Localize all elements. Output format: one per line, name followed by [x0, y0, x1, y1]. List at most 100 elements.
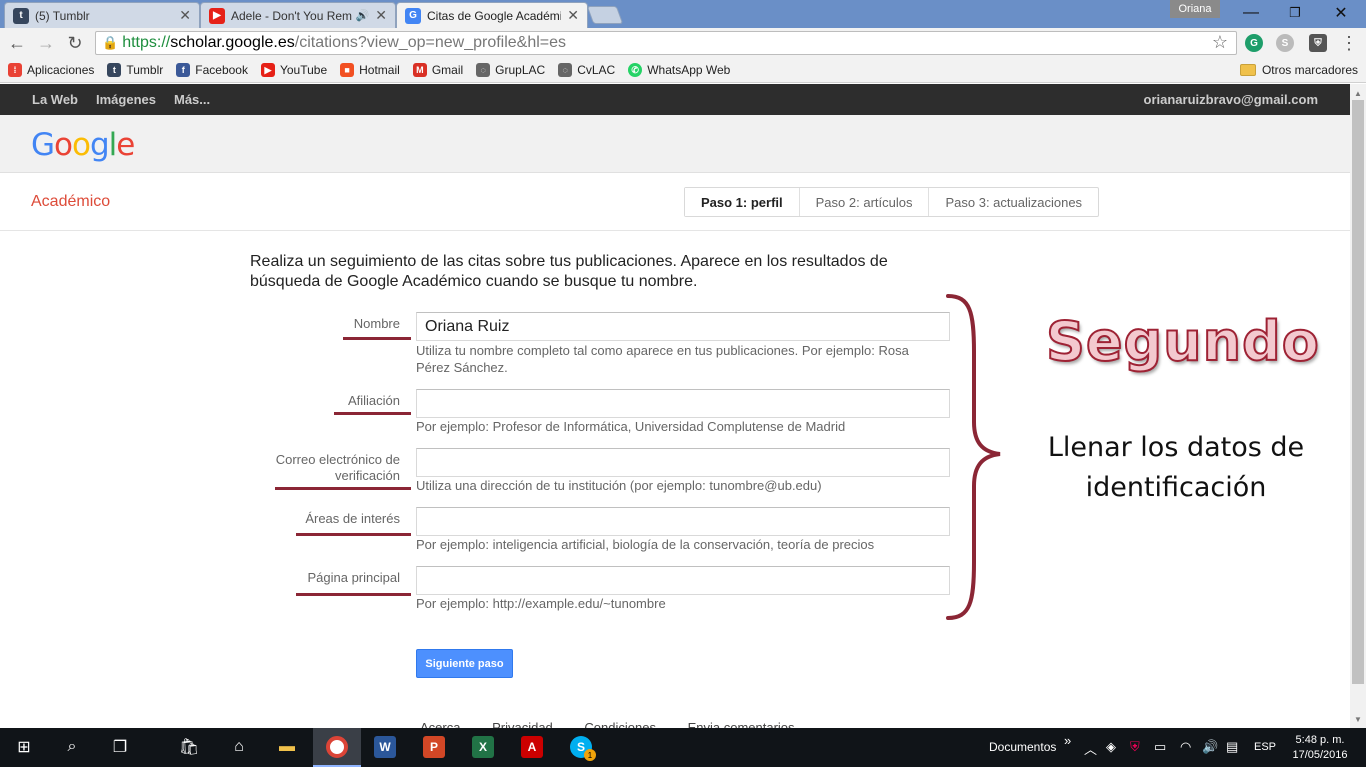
name-hint: Utiliza tu nombre completo tal como apar… — [416, 343, 909, 375]
bookmark-label: Facebook — [195, 63, 248, 77]
bookmark-label: Tumblr — [126, 63, 164, 77]
profile-badge[interactable]: Oriana — [1170, 0, 1220, 18]
bookmark-gmail[interactable]: M Gmail — [412, 63, 464, 77]
facebook-icon: f — [176, 63, 191, 77]
curly-brace-annotation — [946, 294, 1001, 620]
url-path: /citations?view_op=new_profile&hl=es — [294, 34, 567, 51]
affiliation-input[interactable] — [416, 389, 950, 418]
section-title[interactable]: Académico — [31, 193, 110, 211]
google-bar: La Web Imágenes Más... orianaruizbravo@g… — [0, 84, 1350, 115]
interests-label: Áreas de interés — [305, 511, 400, 526]
close-icon[interactable]: ✕ — [375, 7, 387, 24]
homepage-label: Página principal — [307, 570, 400, 585]
homepage-hint: Por ejemplo: http://example.edu/~tunombr… — [416, 596, 666, 611]
address-bar[interactable]: 🔒 https:// scholar.google.es /citations?… — [95, 31, 1237, 55]
annotation-text-line: Llenar los datos de — [1047, 432, 1305, 463]
email-label-line: Correo electrónico de — [275, 452, 400, 467]
bookmark-whatsapp[interactable]: ✆ WhatsApp Web — [628, 63, 730, 77]
restore-icon[interactable]: ❐ — [1272, 0, 1318, 26]
gbar-images-link[interactable]: Imágenes — [96, 92, 156, 107]
close-icon[interactable]: ✕ — [567, 7, 579, 24]
gruplac-icon: ◌ — [476, 63, 491, 77]
url-host: scholar.google.es — [170, 34, 295, 51]
tumblr-icon: t — [13, 7, 29, 24]
back-arrow-icon[interactable]: ← — [6, 32, 28, 54]
notifications-icon[interactable]: ▤ — [1226, 739, 1238, 755]
next-step-button[interactable]: Siguiente paso — [416, 649, 513, 678]
bookmark-cvlac[interactable]: ◌ CvLAC — [558, 63, 615, 77]
annotation-underline — [296, 593, 411, 596]
shield-extension-icon[interactable]: ⛨ — [1309, 34, 1327, 52]
battery-icon[interactable]: ▭ — [1154, 739, 1166, 755]
volume-icon[interactable]: 🔊 — [1202, 739, 1218, 755]
bookmark-aplicaciones[interactable]: ⁞ Aplicaciones — [8, 63, 94, 77]
interests-hint: Por ejemplo: inteligencia artificial, bi… — [416, 537, 875, 552]
scroll-down-icon[interactable]: ▼ — [1350, 712, 1366, 726]
homepage-input[interactable] — [416, 566, 950, 595]
acrobat-icon[interactable]: A — [521, 736, 543, 758]
bookmark-gruplac[interactable]: ◌ GrupLAC — [476, 63, 545, 77]
minimize-icon[interactable]: — — [1228, 0, 1274, 26]
other-bookmarks[interactable]: Otros marcadores — [1239, 63, 1358, 77]
email-input[interactable] — [416, 448, 950, 477]
windows-start-icon[interactable]: ⊞ — [10, 733, 38, 761]
scroll-up-icon[interactable]: ▲ — [1350, 86, 1366, 100]
bookmark-hotmail[interactable]: ■ Hotmail — [340, 63, 400, 77]
bookmark-youtube[interactable]: ▶ YouTube — [260, 63, 327, 77]
store-icon[interactable]: 🛍 — [175, 733, 203, 761]
security-tray-icon[interactable]: ⛨ — [1130, 739, 1140, 755]
new-tab-button[interactable] — [586, 6, 624, 24]
speaker-icon[interactable]: 🔊 — [356, 9, 370, 22]
task-view-icon[interactable]: ❐ — [106, 733, 134, 761]
bookmark-label: Gmail — [431, 63, 464, 77]
documents-toolbar[interactable]: Documentos — [989, 740, 1056, 754]
file-explorer-icon[interactable]: ▬ — [273, 733, 301, 761]
wifi-icon[interactable]: ◠ — [1180, 739, 1191, 755]
annotation-text-line: identificación — [1085, 472, 1267, 503]
toolbar-expand-icon[interactable]: » — [1064, 733, 1071, 748]
close-window-icon[interactable]: ✕ — [1318, 0, 1364, 26]
skype-extension-icon[interactable]: S — [1276, 34, 1294, 52]
tab-youtube[interactable]: ▶ Adele - Don't You Rem 🔊 ✕ — [200, 2, 396, 28]
progress-steps: Paso 1: perfil Paso 2: artículos Paso 3:… — [684, 187, 1100, 217]
clock[interactable]: 5:48 p. m. 17/05/2016 — [1288, 733, 1352, 763]
chevron-up-icon[interactable]: ︿ — [1084, 739, 1097, 758]
home-icon[interactable]: ⌂ — [225, 733, 253, 761]
interests-input[interactable] — [416, 507, 950, 536]
tab-title: (5) Tumblr — [35, 8, 90, 23]
account-email[interactable]: orianaruizbravo@gmail.com — [1144, 92, 1319, 107]
tab-scholar[interactable]: G Citas de Google Académic ✕ — [396, 2, 588, 28]
windows-icon: ■ — [340, 63, 355, 77]
email-hint: Utiliza una dirección de tu institución … — [416, 478, 822, 493]
bookmark-facebook[interactable]: f Facebook — [176, 63, 248, 77]
grammarly-extension-icon[interactable]: G — [1245, 34, 1263, 52]
close-icon[interactable]: ✕ — [179, 7, 191, 24]
bookmark-tumblr[interactable]: t Tumblr — [107, 63, 163, 77]
reload-icon[interactable]: ↻ — [64, 32, 86, 54]
forward-arrow-icon[interactable]: → — [35, 32, 57, 54]
word-icon[interactable]: W — [374, 736, 396, 758]
scrollbar-thumb[interactable] — [1352, 100, 1364, 684]
scholar-icon: G — [405, 7, 421, 24]
tab-title: Adele - Don't You Rem — [231, 8, 352, 23]
google-logo[interactable]: Google — [31, 127, 135, 163]
powerpoint-icon[interactable]: P — [423, 736, 445, 758]
step-profile: Paso 1: perfil — [685, 188, 799, 216]
gmail-icon: M — [412, 63, 427, 77]
excel-icon[interactable]: X — [472, 736, 494, 758]
bookmarks-bar: ⁞ Aplicaciones t Tumblr f Facebook ▶ You… — [0, 58, 1366, 83]
menu-icon[interactable]: ⋮ — [1338, 32, 1360, 54]
tab-title: Citas de Google Académic — [427, 8, 562, 23]
logo-letter: o — [72, 127, 91, 163]
star-icon[interactable]: ☆ — [1212, 32, 1228, 53]
tumblr-icon: t — [107, 63, 122, 77]
gbar-web-link[interactable]: La Web — [32, 92, 78, 107]
chrome-icon[interactable] — [326, 736, 348, 758]
skype-notification-badge: 1 — [584, 749, 596, 761]
language-indicator[interactable]: ESP — [1254, 741, 1276, 753]
search-icon[interactable]: ⌕ — [58, 733, 86, 761]
name-input[interactable] — [416, 312, 950, 341]
gbar-more-link[interactable]: Más... — [174, 92, 210, 107]
tab-tumblr[interactable]: t (5) Tumblr ✕ — [4, 2, 200, 28]
dropbox-icon[interactable]: ◈ — [1106, 739, 1116, 755]
